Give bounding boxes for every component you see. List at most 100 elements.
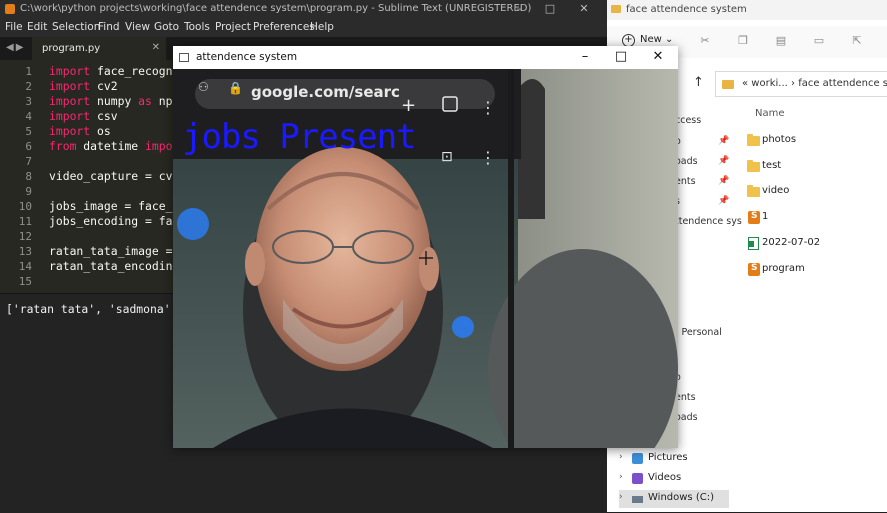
file-name: 1: [762, 211, 769, 222]
code-line: import cv2: [49, 79, 118, 93]
camera-feed: ⚇ 🔒 + ⋮ ⊡ ⋮ google.com/searc jobs Presen…: [173, 69, 678, 448]
file-row-test[interactable]: test: [747, 157, 887, 177]
file-row-2022-07-02[interactable]: 2022-07-02: [747, 234, 887, 254]
explorer-title-bar: face attendence system: [607, 0, 887, 20]
code-keyword: impo: [145, 139, 173, 153]
folder-icon: [747, 185, 760, 197]
file-name: 2022-07-02: [762, 237, 821, 248]
camera-minimize-button[interactable]: –: [570, 49, 600, 64]
address-path: « worki... › face attendence system: [742, 78, 887, 89]
new-button-label: New: [640, 34, 662, 45]
code-keyword: from: [49, 139, 77, 153]
pictures-icon: [632, 453, 643, 464]
attendance-camera-window[interactable]: attendence system – □ ✕ ⚇ 🔒 + ⋮ ⊡ ⋮ goog…: [173, 46, 678, 448]
line-number: 14: [18, 260, 32, 273]
pin-icon: 📌: [718, 136, 730, 146]
csv-file-icon: [748, 237, 759, 250]
code-keyword: import: [49, 94, 91, 108]
camera-maximize-button[interactable]: □: [606, 49, 636, 64]
nav-pictures[interactable]: › Pictures: [619, 450, 729, 468]
recognition-label: jobs Present: [182, 117, 417, 157]
code-line: import os: [49, 124, 111, 138]
line-number: 4: [25, 110, 32, 123]
code-text: face_recogn: [90, 64, 173, 78]
line-number: 3: [25, 95, 32, 108]
camera-title-bar[interactable]: attendence system – □ ✕: [173, 46, 678, 69]
svg-text:⊡: ⊡: [441, 149, 453, 165]
tab-program-py[interactable]: program.py ✕: [32, 37, 166, 60]
menu-edit[interactable]: Edit: [27, 21, 47, 33]
console-output: ['ratan tata', 'sadmona': [6, 302, 171, 316]
file-row-video[interactable]: video: [747, 182, 887, 202]
menu-selection[interactable]: Selection: [52, 21, 100, 33]
share-icon[interactable]: ⇱: [851, 35, 863, 47]
code-text: cv2: [90, 79, 118, 93]
menu-file[interactable]: File: [5, 21, 23, 33]
nav-item[interactable]: ents: [675, 392, 696, 403]
sublime-maximize-button[interactable]: □: [536, 2, 564, 15]
nav-item[interactable]: ents: [675, 176, 696, 187]
file-row-1[interactable]: 1: [747, 208, 887, 228]
address-bar[interactable]: « worki... › face attendence system: [715, 71, 887, 97]
file-name: program: [762, 263, 805, 274]
code-keyword: import: [49, 124, 91, 138]
menu-find[interactable]: Find: [98, 21, 120, 33]
breadcrumb-current[interactable]: face attendence system: [798, 78, 887, 89]
code-keyword: as: [138, 94, 152, 108]
svg-text:+: +: [401, 95, 416, 116]
code-line: ratan_tata_image =: [49, 244, 173, 258]
tab-label: program.py: [42, 43, 101, 54]
file-name: photos: [762, 134, 797, 145]
chevron-right-icon[interactable]: ›: [619, 452, 623, 462]
code-keyword: import: [49, 79, 91, 93]
menu-project[interactable]: Project: [215, 21, 251, 33]
nav-videos[interactable]: › Videos: [619, 470, 729, 488]
code-line: ratan_tata_encodin: [49, 259, 173, 273]
up-arrow-icon[interactable]: ↑: [693, 75, 704, 90]
menu-goto[interactable]: Goto: [154, 21, 179, 33]
nav-quick-access[interactable]: ccess: [675, 115, 701, 126]
nav-label: Pictures: [648, 452, 688, 463]
nav-item[interactable]: oads: [675, 412, 698, 423]
code-line: jobs_encoding = fa: [49, 214, 173, 228]
breadcrumb-separator: ›: [791, 78, 795, 89]
nav-windows-c[interactable]: › Windows (C:): [619, 490, 729, 508]
chevron-down-icon: ⌄: [665, 34, 674, 45]
nav-onedrive-personal[interactable]: - Personal: [675, 327, 722, 338]
tab-scroll-arrows-icon[interactable]: ◀▶: [6, 42, 25, 53]
code-line: import numpy as np: [49, 94, 172, 108]
rename-icon[interactable]: ▭: [813, 35, 825, 47]
camera-close-button[interactable]: ✕: [643, 49, 673, 64]
cut-icon[interactable]: ✂: [699, 35, 711, 47]
sublime-close-button[interactable]: ✕: [570, 2, 598, 15]
copy-icon[interactable]: ❐: [737, 35, 749, 47]
code-text: csv: [90, 109, 118, 123]
menu-tools[interactable]: Tools: [184, 21, 210, 33]
sublime-title-bar: C:\work\python projects\working\face att…: [0, 0, 607, 18]
sublime-minimize-button[interactable]: –: [505, 2, 533, 15]
menu-preferences[interactable]: Preferences: [253, 21, 315, 33]
videos-icon: [632, 473, 643, 484]
chevron-right-icon[interactable]: ›: [619, 472, 623, 482]
chevron-right-icon[interactable]: ›: [619, 492, 623, 502]
menu-help[interactable]: Help: [310, 21, 334, 33]
line-number: 5: [25, 125, 32, 138]
sublime-menu-bar: File Edit Selection Find View Goto Tools…: [0, 18, 607, 37]
window-icon: [179, 53, 189, 62]
line-number: 11: [18, 215, 32, 228]
nav-label: Videos: [648, 472, 682, 483]
breadcrumb-parent[interactable]: « worki...: [742, 78, 788, 89]
nav-item[interactable]: ttendence sys: [675, 216, 742, 227]
paste-icon[interactable]: ▤: [775, 35, 787, 47]
menu-view[interactable]: View: [125, 21, 150, 33]
file-row-program[interactable]: program: [747, 260, 887, 280]
folder-icon: [611, 5, 621, 13]
folder-icon: [747, 134, 760, 146]
nav-label: Windows (C:): [648, 492, 714, 503]
file-row-photos[interactable]: photos: [747, 131, 887, 151]
line-number: 7: [25, 155, 32, 168]
column-header-name[interactable]: Name: [755, 108, 785, 119]
nav-item[interactable]: oads: [675, 156, 698, 167]
file-name: test: [762, 160, 782, 171]
tab-close-icon[interactable]: ✕: [152, 42, 160, 53]
